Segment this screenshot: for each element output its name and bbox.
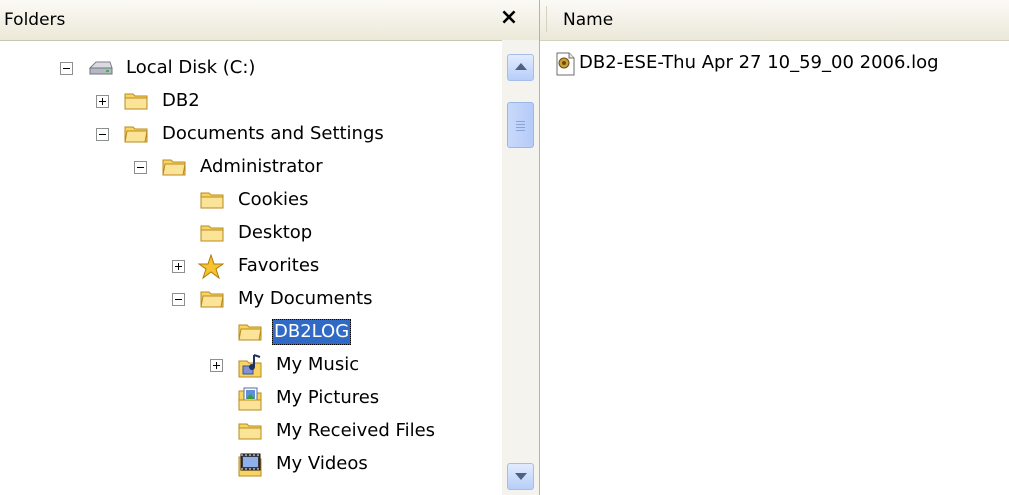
collapse-toggle[interactable]	[172, 293, 185, 306]
file-list-header: Name	[540, 0, 1009, 41]
scroll-thumb[interactable]	[507, 102, 534, 148]
grip-line	[516, 124, 525, 125]
column-divider	[546, 6, 547, 32]
tree-item-label: Favorites	[238, 255, 320, 276]
folder-icon	[162, 155, 186, 179]
tree-item-label: My Pictures	[276, 387, 380, 408]
expand-toggle[interactable]	[210, 359, 223, 372]
tree-item-label: My Documents	[238, 288, 373, 309]
tree-item-label: Documents and Settings	[162, 123, 384, 144]
tree-item-label: Local Disk (C:)	[126, 57, 256, 78]
tree-item-label: DB2LOG	[272, 319, 352, 345]
tree-item-label: Cookies	[238, 189, 309, 210]
scroll-down-button[interactable]	[507, 463, 534, 490]
favorites-star-icon	[197, 253, 225, 280]
folder-icon	[124, 89, 148, 113]
file-name: DB2-ESE-Thu Apr 27 10_59_00 2006.log	[579, 52, 939, 73]
arrow-up-icon	[515, 63, 527, 70]
folders-pane: Folders × Local Disk (C:) DB2 Documents …	[0, 0, 540, 495]
expand-toggle[interactable]	[96, 95, 109, 108]
arrow-down-icon	[515, 473, 527, 480]
tree-item-label: My Received Files	[276, 420, 436, 441]
music-folder-icon	[238, 353, 262, 378]
tree-item-label: Administrator	[200, 156, 323, 177]
folder-tree-scrollbar[interactable]	[502, 40, 539, 495]
grip-line	[516, 130, 525, 131]
grip-line	[516, 121, 525, 122]
folder-icon	[200, 221, 224, 245]
folder-icon	[200, 188, 224, 212]
folders-pane-header: Folders ×	[0, 0, 539, 41]
folder-icon	[238, 320, 262, 344]
tree-item-label: DB2	[162, 90, 200, 111]
expand-toggle[interactable]	[172, 260, 185, 273]
folder-icon	[238, 419, 262, 443]
log-file-icon	[555, 52, 577, 76]
pictures-folder-icon	[238, 386, 262, 411]
folder-tree: Local Disk (C:) DB2 Documents and Settin…	[0, 40, 502, 495]
close-folders-pane-button[interactable]: ×	[497, 6, 521, 30]
collapse-toggle[interactable]	[134, 161, 147, 174]
tree-item-label: My Videos	[276, 453, 368, 474]
column-header-name[interactable]: Name	[563, 10, 613, 30]
collapse-toggle[interactable]	[60, 62, 73, 75]
tree-item-label: My Music	[276, 354, 360, 375]
folder-icon	[200, 287, 224, 311]
folder-icon	[124, 122, 148, 146]
folders-pane-title: Folders	[4, 10, 66, 30]
file-list-pane: Name DB2-ESE-Thu Apr 27 10_59_00 2006.lo…	[540, 0, 1009, 495]
tree-item-label: Desktop	[238, 222, 313, 243]
videos-folder-icon	[238, 452, 262, 477]
grip-line	[516, 127, 525, 128]
collapse-toggle[interactable]	[96, 128, 109, 141]
scroll-up-button[interactable]	[507, 54, 534, 81]
drive-icon	[88, 56, 113, 80]
